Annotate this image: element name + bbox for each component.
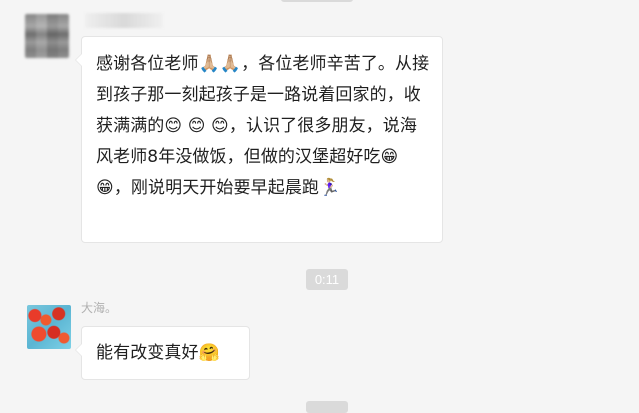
message-text: 感谢各位老师🙏🏼🙏🏼，各位老师辛苦了。从接到孩子那一刻起孩子是一路说着回家的，收… [96,54,430,198]
message-bubble[interactable]: 感谢各位老师🙏🏼🙏🏼，各位老师辛苦了。从接到孩子那一刻起孩子是一路说着回家的，收… [75,36,443,243]
timestamp-chip [306,401,348,413]
message-bubble[interactable]: 能有改变真好🤗 [75,326,250,380]
avatar[interactable] [27,305,71,349]
avatar[interactable] [25,14,69,58]
timestamp-chip: 0:11 [306,269,348,290]
sender-name [85,13,163,28]
message-text: 能有改变真好🤗 [96,343,220,363]
timestamp-chip [281,0,353,2]
sender-name: 大海。 [81,301,118,315]
